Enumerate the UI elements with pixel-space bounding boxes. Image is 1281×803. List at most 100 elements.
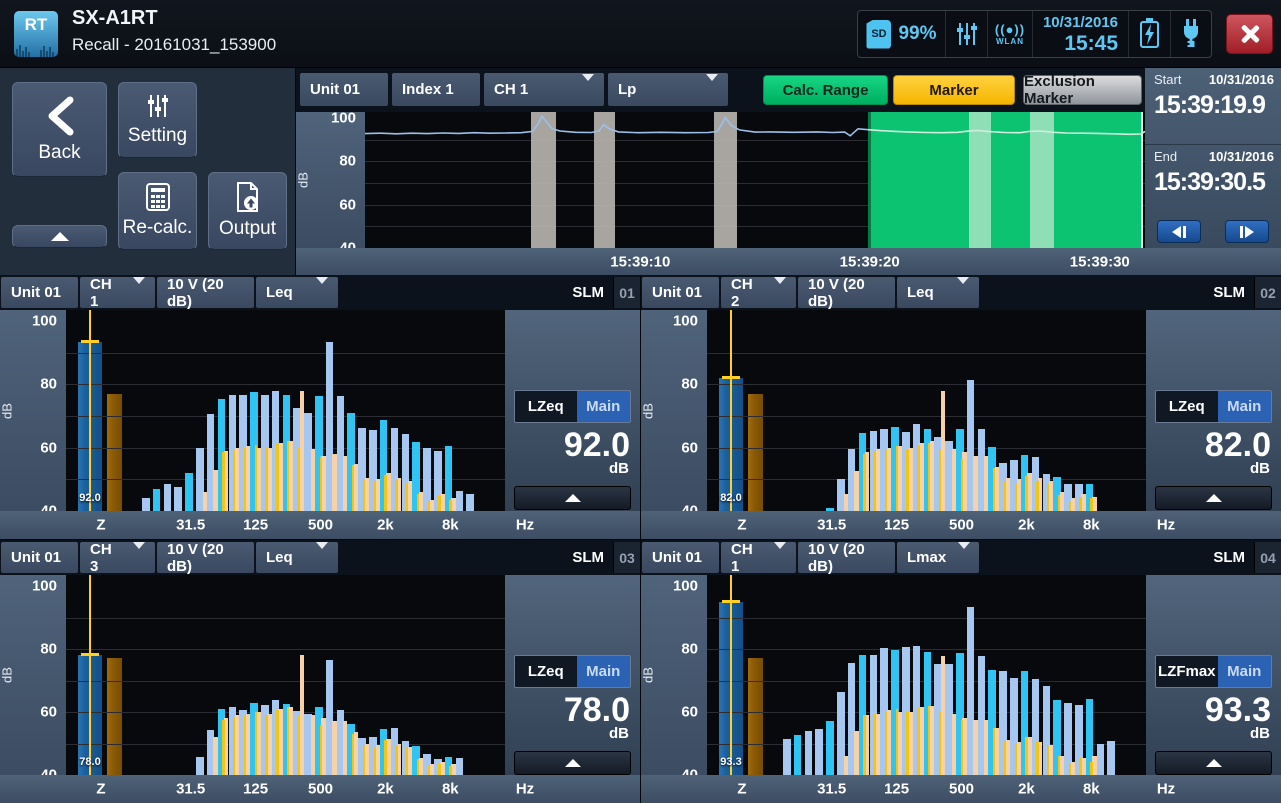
freq-tick-label: Hz: [516, 517, 534, 534]
slm1-unit-cell[interactable]: Unit 01: [1, 277, 78, 308]
band-yellow-bar: [1090, 762, 1092, 775]
metric-name[interactable]: LZeq: [515, 391, 577, 422]
metric-name[interactable]: LZFmax: [1156, 656, 1218, 687]
slm3-range-cell[interactable]: 10 V (20 dB): [157, 542, 254, 573]
band-peach-bar: [376, 745, 380, 775]
cursor-value-label: 92.0: [75, 492, 105, 504]
spectrum-band: [1021, 310, 1032, 511]
band-peach-bar: [321, 718, 325, 775]
y-tick-label: 80: [40, 376, 57, 393]
slm2-metric-dropdown[interactable]: Leq: [897, 277, 979, 308]
band-yellow-bar: [896, 709, 898, 775]
back-button[interactable]: Back: [12, 82, 107, 177]
slm2-range-cell[interactable]: 10 V (20 dB): [798, 277, 895, 308]
chevron-down-icon: [304, 549, 328, 566]
spectrum-band: [229, 575, 240, 775]
collapse-panel-button[interactable]: [12, 225, 107, 248]
spectrum-band: [1097, 310, 1108, 511]
band-peach-bar: [908, 712, 912, 775]
output-button[interactable]: Output: [208, 172, 287, 250]
slm3-expand-button[interactable]: [514, 751, 631, 775]
slm1-range-cell[interactable]: 10 V (20 dB): [157, 277, 254, 308]
band-peach-bar: [995, 728, 999, 775]
marker-button[interactable]: Marker: [893, 75, 1015, 105]
spectrum-band: [337, 575, 348, 775]
metric-mode[interactable]: Main: [577, 656, 630, 687]
spectrum-band: [488, 575, 499, 775]
spectrum-band: [164, 310, 175, 511]
spectrum-band: [153, 310, 164, 511]
slm3-channel-dropdown[interactable]: CH 3: [80, 542, 155, 573]
calc-range-button[interactable]: Calc. Range: [763, 75, 888, 105]
spectrum-band: [304, 575, 315, 775]
cursor-value-label: 93.3: [716, 756, 746, 768]
metric-mode[interactable]: Main: [1218, 656, 1271, 687]
close-button[interactable]: [1226, 14, 1273, 54]
band-yellow-bar: [1090, 498, 1092, 511]
slm2-channel-dropdown[interactable]: CH 2: [721, 277, 796, 308]
spectrum-band: [837, 575, 848, 775]
band-peach-bar: [1017, 479, 1021, 511]
cursor-value-label: 78.0: [75, 756, 105, 768]
metric-name[interactable]: LZeq: [515, 656, 577, 687]
history-channel-dropdown[interactable]: CH 1: [484, 73, 604, 106]
step-forward-button[interactable]: [1225, 220, 1269, 243]
slm3-unit-cell[interactable]: Unit 01: [1, 542, 78, 573]
recalc-button[interactable]: Re-calc.: [118, 172, 197, 250]
exclusion-marker-button[interactable]: Exclusion Marker: [1023, 75, 1142, 105]
history-metric-dropdown[interactable]: Lp: [608, 73, 728, 106]
slm-panel-4: Unit 01 CH 1 10 V (20 dB) Lmax SLM04 dB1…: [641, 540, 1281, 803]
history-plot[interactable]: [365, 112, 1145, 248]
setting-button[interactable]: Setting: [118, 82, 197, 158]
slm2-spectrum-plot[interactable]: 82.0: [707, 310, 1146, 511]
y-tick-label: 80: [339, 153, 356, 170]
band-peach-bar: [343, 456, 347, 511]
slm4-metric-dropdown[interactable]: Lmax: [897, 542, 979, 573]
band-peach-bar: [1081, 758, 1085, 775]
slm1-expand-button[interactable]: [514, 486, 631, 510]
band-peach-bar: [1049, 745, 1053, 775]
band-peach-bar: [246, 714, 250, 775]
slm1-channel-dropdown[interactable]: CH 1: [80, 277, 155, 308]
gridline: [707, 353, 1146, 354]
start-label: Start: [1154, 72, 1181, 87]
band-yellow-bar: [449, 500, 451, 511]
slm4-expand-button[interactable]: [1155, 751, 1272, 775]
band-yellow-bar: [917, 707, 919, 775]
spectrum-band: [783, 575, 794, 775]
slm3-metric-dropdown[interactable]: Leq: [256, 542, 338, 573]
slm4-unit-cell[interactable]: Unit 01: [642, 542, 719, 573]
spectrum-band: [945, 575, 956, 775]
slm4-metric-toggle[interactable]: LZFmax Main: [1155, 655, 1272, 688]
slm4-spectrum-plot[interactable]: 93.3: [707, 575, 1146, 775]
slm4-channel-dropdown[interactable]: CH 1: [721, 542, 796, 573]
step-back-button[interactable]: [1157, 220, 1201, 243]
band-peach-bar: [919, 443, 923, 511]
slm2-expand-button[interactable]: [1155, 486, 1272, 510]
slm2-metric-toggle[interactable]: LZeq Main: [1155, 390, 1272, 423]
band-peach-bar: [1060, 756, 1064, 775]
slm3-spectrum-plot[interactable]: 78.0: [66, 575, 505, 775]
freq-tick-label: 8k: [442, 781, 459, 798]
spectrum-band: [805, 575, 816, 775]
spectrum-band: [794, 310, 805, 511]
chevron-down-icon: [570, 81, 594, 98]
slm1-spectrum-plot[interactable]: 92.0: [66, 310, 505, 511]
slm2-unit-cell[interactable]: Unit 01: [642, 277, 719, 308]
history-index-cell[interactable]: Index 1: [392, 73, 480, 106]
metric-name[interactable]: LZeq: [1156, 391, 1218, 422]
y-tick-label: 100: [673, 313, 698, 330]
metric-mode[interactable]: Main: [577, 391, 630, 422]
history-unit-cell[interactable]: Unit 01: [300, 73, 388, 106]
slm1-metric-dropdown[interactable]: Leq: [256, 277, 338, 308]
back-chevron-icon: [43, 96, 77, 136]
slm3-metric-toggle[interactable]: LZeq Main: [514, 655, 631, 688]
sd-card-status: SD 99%: [858, 11, 946, 57]
band-peach-bar: [408, 481, 412, 511]
spectrum-band: [293, 310, 304, 511]
slm1-metric-toggle[interactable]: LZeq Main: [514, 390, 631, 423]
chevron-down-icon: [694, 81, 718, 98]
slm4-range-cell[interactable]: 10 V (20 dB): [798, 542, 895, 573]
metric-mode[interactable]: Main: [1218, 391, 1271, 422]
battery-icon: [1140, 21, 1159, 48]
